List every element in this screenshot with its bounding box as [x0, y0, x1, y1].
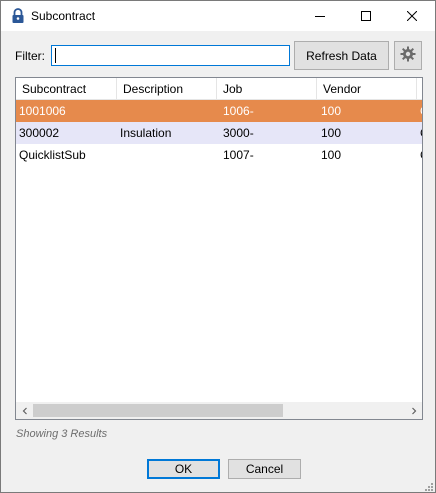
cell-extra: C: [417, 122, 422, 144]
cell-extra: C: [417, 144, 422, 166]
cell-job: 3000-: [223, 126, 254, 140]
settings-button[interactable]: [394, 41, 422, 70]
filter-label: Filter:: [15, 49, 45, 63]
padlock-icon: [11, 8, 25, 24]
scroll-left-button[interactable]: [16, 402, 33, 419]
cell-job: 1006-: [223, 104, 254, 118]
column-header-subcontract[interactable]: Subcontract: [16, 78, 117, 100]
column-header-job[interactable]: Job: [217, 78, 317, 100]
refresh-data-button[interactable]: Refresh Data: [294, 41, 389, 70]
table-row[interactable]: 300002 Insulation 3000- 100 C: [16, 122, 422, 144]
gear-icon: [400, 46, 416, 65]
cancel-button[interactable]: Cancel: [228, 459, 301, 479]
filter-input[interactable]: [51, 45, 290, 66]
column-header-extra[interactable]: [417, 78, 422, 100]
table-row[interactable]: QuicklistSub 1007- 100 C: [16, 144, 422, 166]
text-cursor: [55, 48, 56, 63]
title-bar[interactable]: Subcontract: [1, 1, 435, 31]
cell-subcontract: QuicklistSub: [19, 148, 86, 162]
column-header-vendor[interactable]: Vendor: [317, 78, 417, 100]
cell-description: Insulation: [120, 126, 172, 140]
cell-description: [117, 144, 217, 166]
scroll-right-button[interactable]: [405, 402, 422, 419]
cell-job: 1007-: [223, 148, 254, 162]
cell-description: [117, 100, 217, 122]
window-title: Subcontract: [31, 9, 96, 23]
scrollbar-thumb[interactable]: [33, 404, 283, 417]
cell-extra: C: [417, 100, 422, 122]
grid-header: Subcontract Description Job Vendor: [16, 78, 422, 100]
maximize-button[interactable]: [343, 1, 389, 31]
results-grid[interactable]: Subcontract Description Job Vendor 10010…: [15, 77, 423, 420]
table-row[interactable]: 1001006 1006- 100 C: [16, 100, 422, 122]
cell-subcontract: 300002: [19, 126, 60, 140]
ok-button[interactable]: OK: [147, 459, 220, 479]
subcontract-dialog: Subcontract Filter: Refresh Data Subcont…: [0, 0, 436, 493]
minimize-button[interactable]: [297, 1, 343, 31]
resize-grip-icon[interactable]: [423, 480, 433, 491]
cell-vendor: 100: [321, 148, 342, 162]
results-count: Showing 3 Results: [16, 428, 108, 440]
cell-subcontract: 1001006: [19, 104, 66, 118]
horizontal-scrollbar[interactable]: [16, 402, 422, 419]
column-header-description[interactable]: Description: [117, 78, 217, 100]
cell-vendor: 100: [321, 126, 342, 140]
close-button[interactable]: [389, 1, 435, 31]
cell-vendor: 100: [321, 104, 342, 118]
